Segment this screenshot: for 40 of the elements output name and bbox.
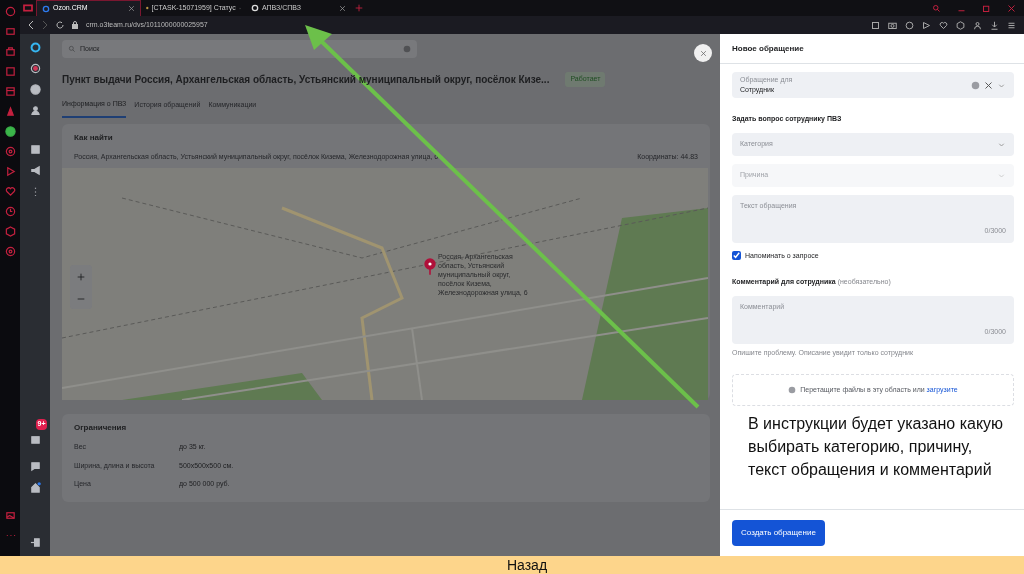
- heart-icon[interactable]: [4, 186, 16, 197]
- circle-icon: [42, 4, 50, 13]
- picture-icon[interactable]: [4, 510, 16, 521]
- megaphone-icon[interactable]: [29, 165, 41, 176]
- forward-icon[interactable]: [42, 21, 48, 29]
- close-button[interactable]: [694, 44, 712, 62]
- record-icon[interactable]: [29, 63, 41, 74]
- clock-icon[interactable]: [4, 206, 16, 217]
- play-icon[interactable]: [4, 166, 16, 177]
- logo-icon[interactable]: [29, 42, 41, 53]
- download-icon[interactable]: [990, 20, 999, 30]
- search-icon[interactable]: [932, 3, 941, 13]
- restore-icon[interactable]: [982, 3, 991, 13]
- message-icon[interactable]: [29, 461, 41, 472]
- calendar-icon[interactable]: [4, 86, 16, 97]
- logout-icon[interactable]: [29, 537, 41, 548]
- circle-icon[interactable]: [4, 6, 16, 17]
- panel-title: Новое обращение: [732, 42, 804, 55]
- circle-icon[interactable]: [905, 20, 914, 30]
- clear-icon[interactable]: [984, 80, 993, 90]
- person-icon[interactable]: [29, 105, 41, 116]
- search-icon: [68, 45, 76, 53]
- camera-icon[interactable]: [888, 20, 897, 30]
- circle-icon[interactable]: [4, 146, 16, 157]
- reminder-checkbox[interactable]: [732, 251, 741, 261]
- back-label[interactable]: Назад: [506, 554, 548, 574]
- send-icon[interactable]: [922, 20, 931, 30]
- lock-icon: [72, 21, 78, 29]
- home-icon[interactable]: [29, 482, 41, 493]
- card-title: Как найти: [74, 131, 114, 144]
- submit-button[interactable]: Создать обращение: [732, 520, 825, 546]
- square-icon[interactable]: [4, 66, 16, 77]
- back-icon[interactable]: [28, 21, 34, 29]
- heart-icon[interactable]: [939, 20, 948, 30]
- bag-icon[interactable]: [4, 46, 16, 57]
- reload-icon[interactable]: [56, 21, 64, 29]
- annotation-text: В инструкции будет указано какую выбирать категорию, причину, текст обращения и комментарий: [748, 414, 1005, 481]
- person-icon[interactable]: [973, 20, 982, 30]
- menu-icon[interactable]: [1007, 20, 1016, 30]
- card-title: Ограничения: [74, 422, 128, 434]
